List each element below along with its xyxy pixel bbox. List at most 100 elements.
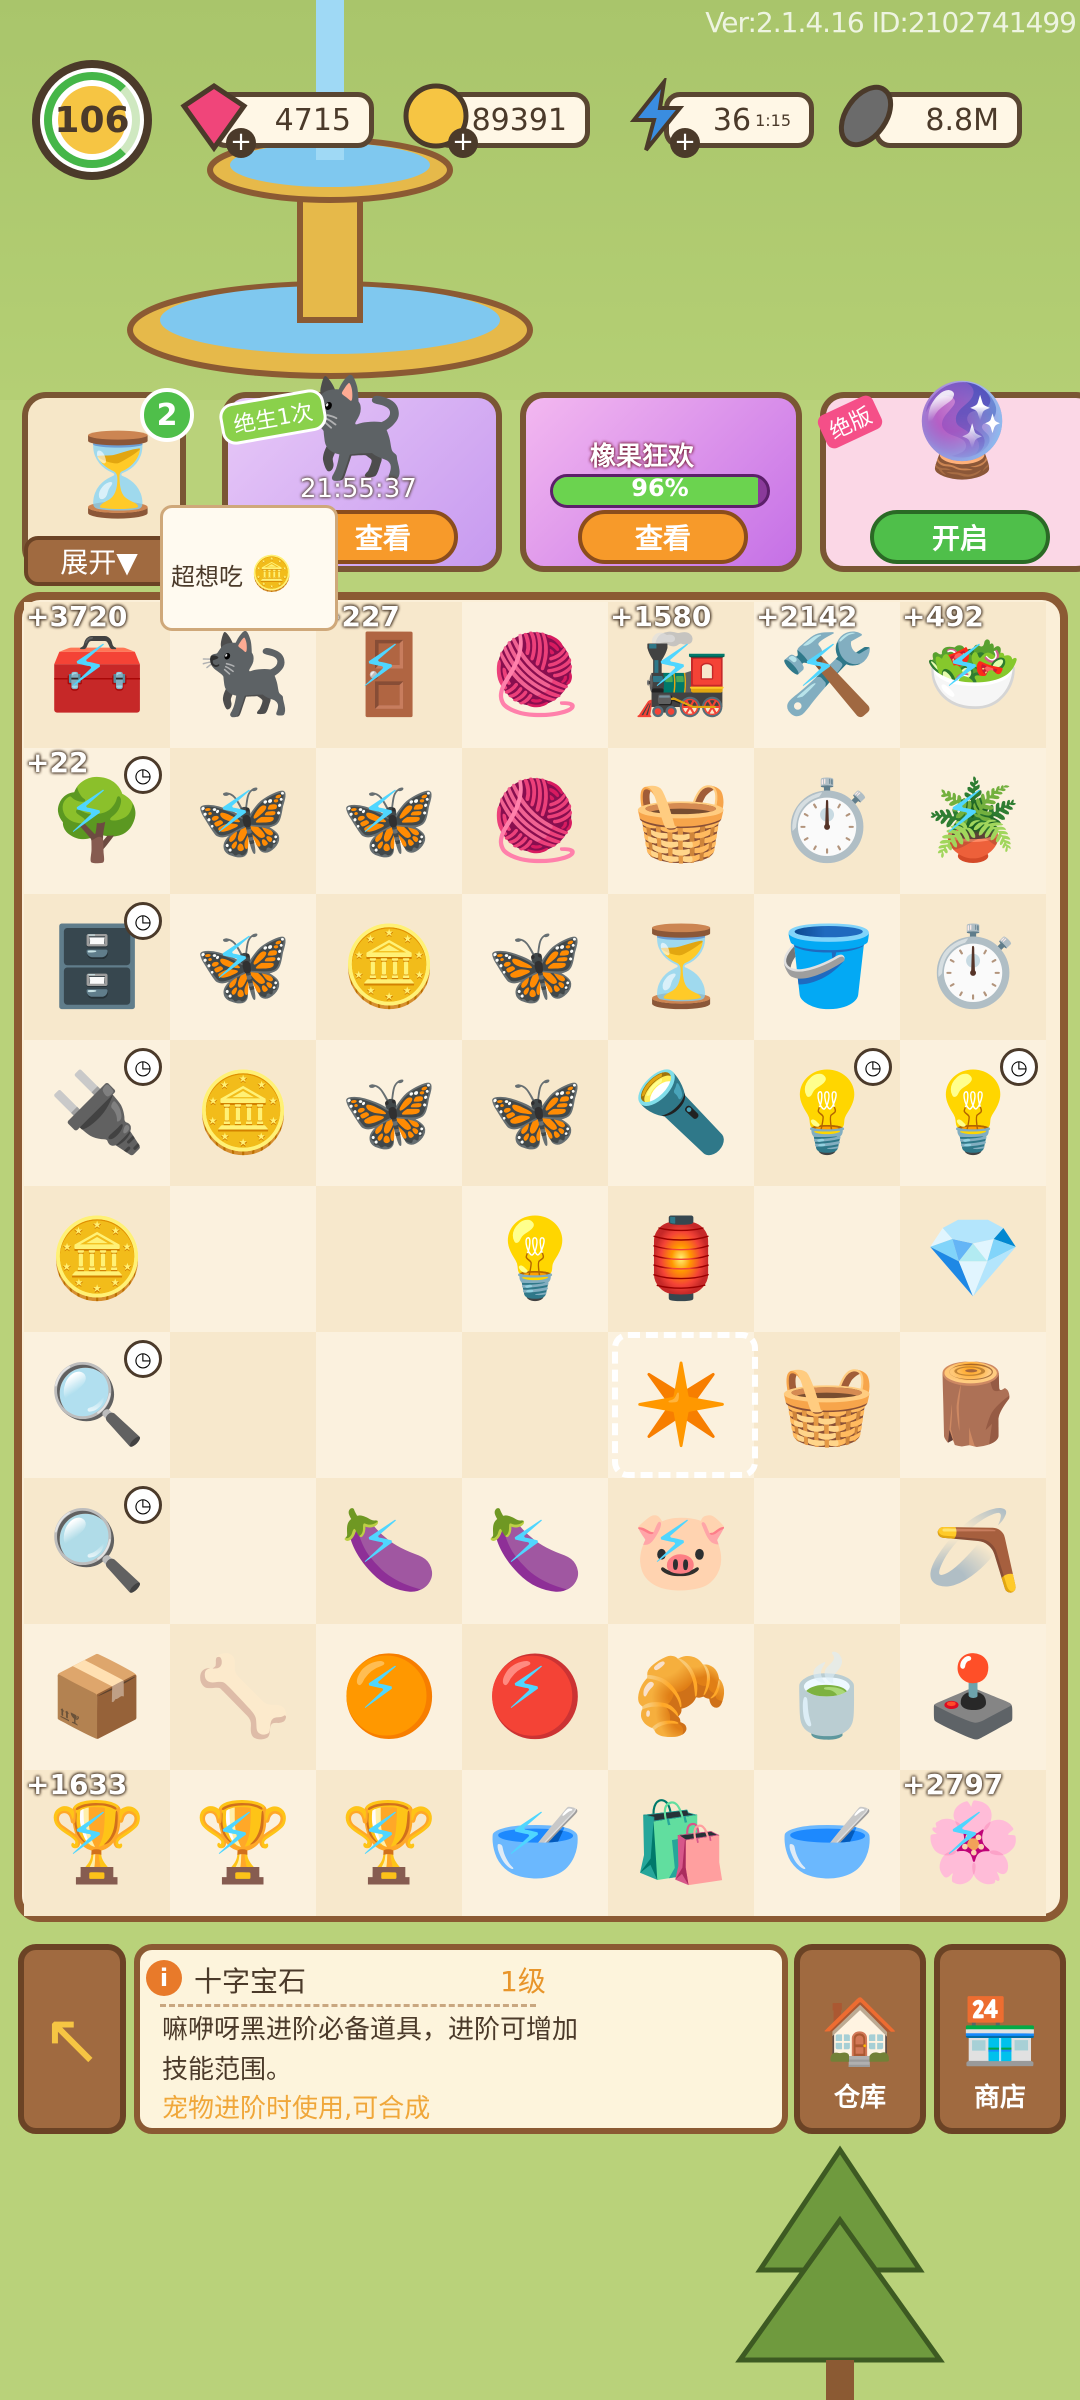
hourglass-icon: ⏳ xyxy=(68,428,168,521)
pet-hungry-tooltip: 超想吃 🪙 xyxy=(160,505,338,631)
board-cell[interactable]: 🦋 ⚡ xyxy=(316,748,462,894)
board-cell[interactable]: 🍆 ⚡ xyxy=(462,1478,608,1624)
energy-bolt-icon: ⚡ xyxy=(214,924,255,992)
board-cell[interactable]: 🔍 ◷ xyxy=(24,1478,170,1624)
player-level-badge[interactable]: 106 xyxy=(32,60,152,180)
board-cell[interactable] xyxy=(754,1478,900,1624)
item-icon: ⏱️ xyxy=(778,776,876,866)
energy-bolt-icon: ⚡ xyxy=(944,1800,985,1868)
board-cell[interactable]: 🦋 ⚡ xyxy=(170,748,316,894)
board-cell[interactable]: 🪙 xyxy=(170,1040,316,1186)
board-cell[interactable]: 🧺 xyxy=(754,1332,900,1478)
board-cell[interactable]: 🧶 xyxy=(462,602,608,748)
producer-count: +1580 xyxy=(610,600,712,633)
board-cell[interactable]: ⏳ xyxy=(608,894,754,1040)
shop-icon: 🏪 xyxy=(960,1995,1040,2069)
festival-view-button[interactable]: 查看 xyxy=(578,510,748,564)
energy-bolt-icon: ⚡ xyxy=(360,632,401,700)
item-icon: 🪵 xyxy=(924,1360,1022,1450)
board-cell[interactable]: 🏮 xyxy=(608,1186,754,1332)
board-cell[interactable]: 🌸 ⚡ +2797 xyxy=(900,1768,1046,1916)
item-description: 嘛咿呀黑进阶必备道具，进阶可增加技能范围。 xyxy=(162,2015,579,2085)
clock-icon: ◷ xyxy=(124,1048,162,1086)
board-cell[interactable]: 🔦 xyxy=(608,1040,754,1186)
board-cell[interactable]: 🚂 ⚡ +1580 xyxy=(608,600,754,748)
item-icon: 🦋 xyxy=(486,922,584,1012)
clock-icon: ◷ xyxy=(124,1486,162,1524)
board-cell[interactable]: 🦋 xyxy=(462,894,608,1040)
board-cell[interactable]: 🪣 xyxy=(754,894,900,1040)
back-button[interactable]: ↖ xyxy=(18,1944,126,2134)
shop-label: 商店 xyxy=(973,2083,1026,2113)
board-cell[interactable]: 🪙 xyxy=(24,1186,170,1332)
board-cell[interactable]: 🧰 ⚡ +3720 xyxy=(24,600,170,748)
lightning-icon: + xyxy=(620,74,700,158)
board-cell[interactable]: 🍵 xyxy=(754,1624,900,1770)
board-cell[interactable]: 🦋 xyxy=(316,1040,462,1186)
board-cell[interactable]: 🛠️ ⚡ +2142 xyxy=(754,600,900,748)
item-icon: 🔍 xyxy=(48,1360,146,1450)
board-cell[interactable]: ⏱️ xyxy=(900,894,1046,1040)
board-cell[interactable]: 🕹️ xyxy=(900,1624,1046,1770)
board-cell[interactable]: 💡 ◷ xyxy=(754,1040,900,1186)
clock-icon: ◷ xyxy=(124,756,162,794)
board-cell[interactable]: 🦴 xyxy=(170,1624,316,1770)
board-cell[interactable]: 🗄️ ◷ xyxy=(24,894,170,1040)
board-cell[interactable]: 🥐 xyxy=(608,1624,754,1770)
energy-bolt-icon: ⚡ xyxy=(214,1800,255,1868)
level-value: 106 xyxy=(54,86,130,154)
board-cell[interactable]: 🧶 xyxy=(462,748,608,894)
board-cell[interactable]: 🪃 xyxy=(900,1478,1046,1624)
energy-bolt-icon: ⚡ xyxy=(506,1508,547,1576)
board-cell[interactable]: 📦 xyxy=(24,1624,170,1770)
board-cell[interactable]: 🍆 ⚡ xyxy=(316,1478,462,1624)
board-cell[interactable]: 🔌 ◷ xyxy=(24,1040,170,1186)
board-cell[interactable]: 🚪 ⚡ +227 xyxy=(316,600,462,748)
hourglass-count-badge: 2 xyxy=(140,388,194,442)
energy-bolt-icon: ⚡ xyxy=(360,1508,401,1576)
board-cell[interactable]: 🪙 xyxy=(316,894,462,1040)
item-icon: 💡 xyxy=(924,1068,1022,1158)
board-cell[interactable] xyxy=(462,1332,608,1478)
board-cell[interactable]: 🐷 ⚡ xyxy=(608,1478,754,1624)
clock-icon: ◷ xyxy=(1000,1048,1038,1086)
expand-button[interactable]: 展开▼ xyxy=(24,536,174,586)
board-cell[interactable]: 🪴 ⚡ xyxy=(900,748,1046,894)
board-cell[interactable]: 🏆 ⚡ +1633 xyxy=(24,1768,170,1916)
board-cell[interactable]: 🦋 xyxy=(462,1040,608,1186)
board-cell[interactable]: 🪵 xyxy=(900,1332,1046,1478)
board-cell[interactable]: 💎 xyxy=(900,1186,1046,1332)
item-icon: 🗄️ xyxy=(48,922,146,1012)
clock-icon: ◷ xyxy=(854,1048,892,1086)
board-cell[interactable]: 🌳 ⚡ ◷ +22 xyxy=(24,746,170,894)
board-cell[interactable]: 💡 xyxy=(462,1186,608,1332)
shop-button[interactable]: 🏪 商店 xyxy=(934,1944,1066,2134)
board-cell[interactable] xyxy=(316,1186,462,1332)
board-cell[interactable] xyxy=(316,1332,462,1478)
board-cell[interactable]: 🦋 ⚡ xyxy=(170,894,316,1040)
board-cell[interactable] xyxy=(170,1332,316,1478)
warehouse-button[interactable]: 🏠 仓库 xyxy=(794,1944,926,2134)
energy-bolt-icon: ⚡ xyxy=(506,1654,547,1722)
board-cell[interactable]: 🥣 xyxy=(754,1770,900,1916)
board-cell[interactable]: 🔍 ◷ xyxy=(24,1332,170,1478)
board-cell[interactable] xyxy=(170,1186,316,1332)
board-cell[interactable] xyxy=(170,1478,316,1624)
selection-frame xyxy=(612,1332,758,1478)
board-cell[interactable]: 🥗 ⚡ +492 xyxy=(900,600,1046,748)
coins-value: 89391 xyxy=(471,102,567,138)
board-cell[interactable]: ⏱️ xyxy=(754,748,900,894)
board-cell[interactable]: 🥣 ⚡ xyxy=(462,1770,608,1916)
globe-open-button[interactable]: 开启 xyxy=(870,510,1050,564)
board-cell[interactable]: 🏆 ⚡ xyxy=(316,1770,462,1916)
board-cell[interactable] xyxy=(754,1186,900,1332)
board-cell[interactable]: 💡 ◷ xyxy=(900,1040,1046,1186)
board-cell[interactable]: 🟠 ⚡ xyxy=(316,1624,462,1770)
board-cell[interactable]: 🔴 ⚡ xyxy=(462,1624,608,1770)
back-arrow-icon: ↖ xyxy=(41,1997,103,2081)
board-cell[interactable]: 🧺 xyxy=(608,748,754,894)
item-icon: 🕹️ xyxy=(924,1652,1022,1742)
board-cell[interactable]: 🛍️ xyxy=(608,1770,754,1916)
clock-icon: ◷ xyxy=(124,902,162,940)
board-cell[interactable]: 🏆 ⚡ xyxy=(170,1770,316,1916)
